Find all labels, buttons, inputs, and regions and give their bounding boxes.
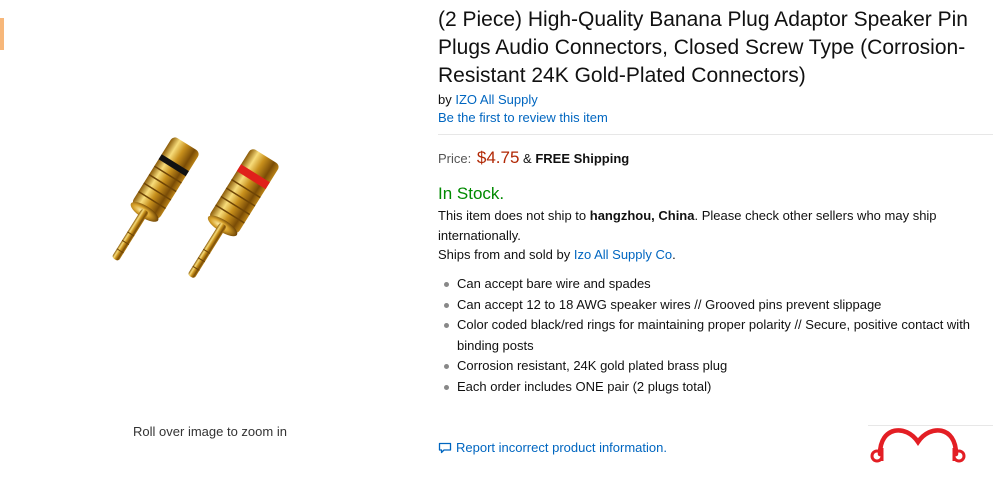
byline: by IZO All Supply [438, 92, 993, 107]
feature-item: Each order includes ONE pair (2 plugs to… [444, 377, 993, 398]
report-link[interactable]: Report incorrect product information. [438, 440, 667, 455]
ships-from: Ships from and sold by Izo All Supply Co… [438, 247, 993, 262]
black-ring-plug [112, 137, 199, 261]
review-link[interactable]: Be the first to review this item [438, 110, 993, 125]
product-details: (2 Piece) High-Quality Banana Plug Adapt… [438, 6, 993, 397]
price-row: Price: $4.75 & FREE Shipping [438, 148, 993, 168]
free-shipping: FREE Shipping [535, 151, 630, 166]
ship-location: hangzhou, China [589, 208, 695, 223]
stock-status: In Stock. [438, 184, 505, 203]
speech-bubble-icon [438, 442, 452, 453]
red-ring-plug [188, 149, 279, 278]
zoom-hint: Roll over image to zoom in [133, 424, 287, 439]
ship-note: This item does not ship to hangzhou, Chi… [438, 206, 993, 246]
price-amp: & [523, 151, 532, 166]
brand-link[interactable]: IZO All Supply [455, 92, 537, 107]
divider [438, 134, 993, 135]
product-title: (2 Piece) High-Quality Banana Plug Adapt… [438, 8, 968, 87]
seller-link[interactable]: Izo All Supply Co [574, 247, 672, 262]
feature-item: Color coded black/red rings for maintain… [444, 315, 993, 356]
by-prefix: by [438, 92, 452, 107]
feature-item: Can accept bare wire and spades [444, 274, 993, 295]
price-label: Price: [438, 151, 472, 166]
headphone-logo-icon [870, 428, 966, 463]
image-column: Roll over image to zoom in [0, 0, 420, 486]
ships-from-prefix: Ships from and sold by [438, 247, 571, 262]
price-value: $4.75 [476, 148, 520, 167]
feature-item: Can accept 12 to 18 AWG speaker wires //… [444, 295, 993, 316]
ship-note-pre: This item does not ship to [438, 208, 587, 223]
feature-item: Corrosion resistant, 24K gold plated bra… [444, 356, 993, 377]
product-image[interactable] [60, 130, 360, 310]
ships-from-suffix: . [672, 247, 676, 262]
feature-list: Can accept bare wire and spades Can acce… [438, 274, 993, 397]
report-link-label: Report incorrect product information. [456, 440, 667, 455]
